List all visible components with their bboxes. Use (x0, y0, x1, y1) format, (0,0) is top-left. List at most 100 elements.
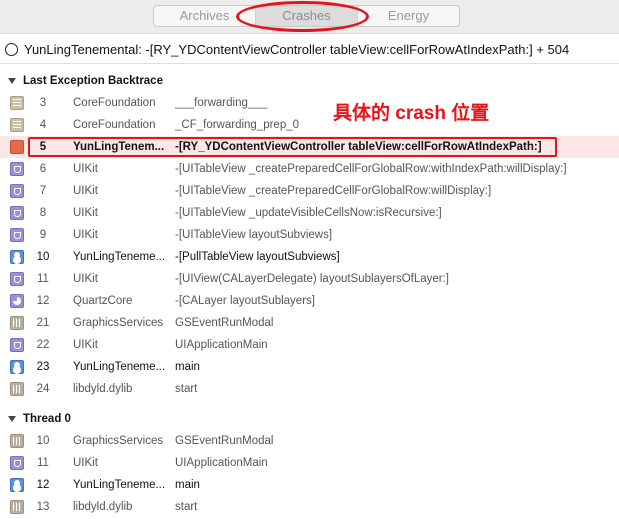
stack-frame-row[interactable]: 9 UIKit -[UITableView layoutSubviews] (0, 224, 619, 246)
frame-number: 11 (37, 273, 49, 285)
frame-library: YunLingTeneme... (73, 361, 166, 373)
frame-number: 7 (39, 185, 47, 197)
user-code-icon (10, 250, 24, 264)
tab-archives[interactable]: Archives (154, 6, 256, 26)
frame-number: 23 (36, 361, 50, 373)
section-header[interactable]: Thread 0 (0, 409, 619, 429)
user-code-icon (10, 140, 24, 154)
frame-symbol: -[UITableView _updateVisibleCellsNow:isR… (175, 207, 442, 219)
frame-symbol: -[UITableView _createPreparedCellForGlob… (175, 163, 567, 175)
frame-number: 21 (36, 317, 50, 329)
frame-library: UIKit (73, 339, 98, 351)
frame-library: libdyld.dylib (73, 501, 133, 513)
system-icon (10, 382, 24, 396)
stack-frame-row[interactable]: 4 CoreFoundation _CF_forwarding_prep_0 (0, 114, 619, 136)
frame-symbol: start (175, 383, 198, 395)
toolbar: Archives Crashes Energy (0, 0, 619, 34)
frame-library: libdyld.dylib (73, 383, 133, 395)
frame-symbol: -[UITableView _createPreparedCellForGlob… (175, 185, 492, 197)
frame-symbol: -[PullTableView layoutSubviews] (175, 251, 340, 263)
stack-frame-row[interactable]: 10 YunLingTeneme... -[PullTableView layout… (0, 246, 619, 268)
stack-frame-row[interactable]: 6 UIKit -[UITableView _createPreparedCellF… (0, 158, 619, 180)
stack-frame-row[interactable]: 10 GraphicsServices GSEventRunModal (0, 430, 619, 452)
uikit-icon (10, 272, 24, 286)
frame-symbol: main (175, 361, 200, 373)
user-code-icon (10, 478, 24, 492)
frame-library: UIKit (73, 273, 98, 285)
frame-library: YunLingTeneme... (73, 479, 166, 491)
system-icon (10, 316, 24, 330)
crash-location-annotation: 具体的 crash 位置 (333, 103, 490, 124)
frame-number: 10 (36, 435, 50, 447)
crash-title-bar: YunLingTenemental: -[RY_YDContentViewCon… (0, 35, 619, 64)
frame-number: 11 (37, 457, 49, 469)
uikit-icon (10, 456, 24, 470)
disclosure-triangle-icon[interactable] (8, 78, 16, 84)
frame-library: YunLingTenem... (73, 141, 165, 153)
stack-frame-row[interactable]: 11 UIKit UIApplicationMain (0, 452, 619, 474)
stack-frame-row[interactable]: 24 libdyld.dylib start (0, 378, 619, 400)
user-code-icon (10, 360, 24, 374)
frame-library: CoreFoundation (73, 97, 156, 109)
stack-frame-row[interactable]: 21 GraphicsServices GSEventRunModal (0, 312, 619, 334)
system-icon (10, 434, 24, 448)
library-icon (10, 96, 24, 110)
stack-frame-row[interactable]: 23 YunLingTeneme... main (0, 356, 619, 378)
frame-symbol: GSEventRunModal (175, 435, 274, 447)
disclosure-triangle-icon[interactable] (8, 416, 16, 422)
frame-number: 8 (39, 207, 47, 219)
frame-symbol: main (175, 479, 200, 491)
uikit-icon (10, 206, 24, 220)
stack-frame-row[interactable]: 5 YunLingTenem... -[RY_YDContentViewContro… (0, 136, 619, 158)
frame-library: UIKit (73, 457, 98, 469)
crash-title: YunLingTenemental: -[RY_YDContentViewCon… (24, 41, 570, 57)
tab-energy[interactable]: Energy (358, 6, 459, 26)
uikit-icon (10, 228, 24, 242)
frame-symbol: _CF_forwarding_prep_0 (175, 119, 300, 131)
frame-library: UIKit (73, 163, 98, 175)
frame-symbol: -[RY_YDContentViewController tableView:c… (175, 141, 542, 153)
section-header[interactable]: Last Exception Backtrace (0, 71, 619, 91)
stack-frame-row[interactable]: 3 CoreFoundation ___forwarding___ (0, 92, 619, 114)
frame-library: GraphicsServices (73, 317, 164, 329)
stack-frame-row[interactable]: 22 UIKit UIApplicationMain (0, 334, 619, 356)
frame-number: 6 (39, 163, 47, 175)
frame-number: 22 (36, 339, 50, 351)
frame-symbol: -[UIView(CALayerDelegate) layoutSublayer… (175, 273, 449, 285)
frame-symbol: ___forwarding___ (175, 97, 268, 109)
frame-library: UIKit (73, 185, 98, 197)
frame-library: UIKit (73, 207, 98, 219)
frame-library: UIKit (73, 229, 98, 241)
frame-number: 13 (36, 501, 50, 513)
frame-symbol: -[CALayer layoutSublayers] (175, 295, 315, 307)
frame-number: 3 (39, 97, 47, 109)
frame-library: QuartzCore (73, 295, 133, 307)
stack-frame-row[interactable]: 8 UIKit -[UITableView _updateVisibleCellsN… (0, 202, 619, 224)
frame-library: YunLingTeneme... (73, 251, 166, 263)
frame-number: 10 (36, 251, 50, 263)
frame-symbol: UIApplicationMain (175, 339, 268, 351)
frame-number: 24 (36, 383, 50, 395)
quartz-icon (10, 294, 24, 308)
tab-crashes[interactable]: Crashes (256, 6, 358, 26)
frame-number: 4 (39, 119, 47, 131)
frame-number: 12 (36, 295, 50, 307)
stack-frame-row[interactable]: 13 libdyld.dylib start (0, 496, 619, 518)
frame-library: GraphicsServices (73, 435, 164, 447)
segmented-control: Archives Crashes Energy (153, 5, 460, 27)
stack-frame-row[interactable]: 12 QuartzCore -[CALayer layoutSublayers] (0, 290, 619, 312)
stack-frame-row[interactable]: 11 UIKit -[UIView(CALayerDelegate) layoutS… (0, 268, 619, 290)
stack-frame-row[interactable]: 12 YunLingTeneme... main (0, 474, 619, 496)
section-title: Last Exception Backtrace (23, 75, 163, 87)
section-title: Thread 0 (23, 413, 71, 425)
stack-frame-row[interactable]: 7 UIKit -[UITableView _createPreparedCellF… (0, 180, 619, 202)
uikit-icon (10, 184, 24, 198)
frame-number: 5 (39, 141, 47, 153)
frame-number: 12 (36, 479, 50, 491)
library-icon (10, 118, 24, 132)
frame-number: 9 (39, 229, 47, 241)
frame-symbol: -[UITableView layoutSubviews] (175, 229, 333, 241)
uikit-icon (10, 338, 24, 352)
uikit-icon (10, 162, 24, 176)
circle-icon (5, 42, 18, 56)
